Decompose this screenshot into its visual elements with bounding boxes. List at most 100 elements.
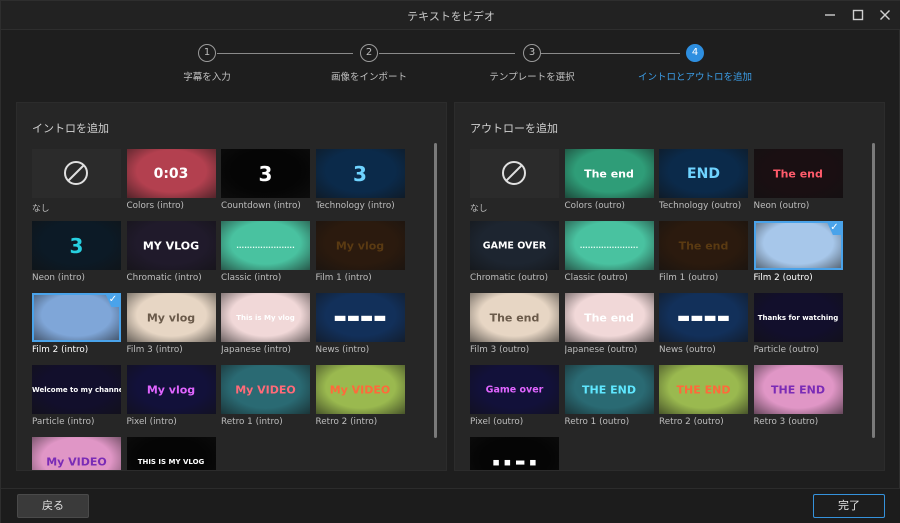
intro-template-tile[interactable]: ✓ Film 2 (intro) [32,293,121,362]
intro-template-preview-text: 3 [353,161,367,186]
intro-template-thumbnail: 3 [315,149,405,198]
outro-template-preview-text: The end [584,311,634,324]
outro-template-thumbnail: The end [470,293,559,342]
outro-template-preview-text: ...................... [579,241,639,250]
intro-template-preview-text: 3 [69,233,84,258]
outro-template-tile[interactable]: THE END Retro 3 (outro) [753,365,843,434]
intro-template-tile[interactable]: My VIDEO Retro 2 (intro) [315,365,405,434]
close-button[interactable] [874,5,896,25]
intro-template-label: Pixel (intro) [126,417,177,427]
intro-template-tile[interactable]: THIS IS MY VLOG [126,437,216,470]
outro-template-tile[interactable]: The end Colors (outro) [564,149,654,218]
intro-template-preview-text: THIS IS MY VLOG [137,457,205,466]
intro-template-thumbnail: My vlog [126,365,216,414]
outro-template-thumbnail: GAME OVER [470,221,559,270]
intro-template-preview-text: My vlog [146,383,196,396]
outro-template-preview-text: Thanks for watching [757,313,839,322]
intro-template-thumbnail: My VIDEO [315,365,405,414]
intro-template-label: Film 1 (intro) [315,273,372,283]
footer-bar: 戻る 完了 [1,488,900,523]
outro-template-tile[interactable]: The end Neon (outro) [753,149,843,218]
outro-template-tile[interactable]: ...................... Classic (outro) [564,221,654,290]
outro-template-tile[interactable]: The end Film 3 (outro) [470,293,559,362]
done-button[interactable]: 完了 [813,494,885,518]
step-label: 画像をインポート [330,72,407,83]
step-number: 2 [360,44,378,62]
title-bar: テキストをビデオ [1,1,900,30]
intro-template-label: News (intro) [315,345,370,355]
outro-template-label: Pixel (outro) [470,417,524,427]
intro-template-tile[interactable]: My VIDEO Retro 1 (intro) [221,365,310,434]
outro-template-tile[interactable]: GAME OVER Chromatic (outro) [470,221,559,290]
intro-template-tile[interactable]: 3 Countdown (intro) [221,149,310,218]
minimize-icon [825,14,835,16]
selected-check-icon: ✓ [826,221,843,235]
intro-template-thumbnail: ▬▬▬▬ [315,293,405,342]
intro-template-thumbnail: 3 [32,221,121,270]
outro-scrollbar[interactable] [872,143,875,438]
intro-template-tile[interactable]: ...................... Classic (intro) [221,221,310,290]
intro-template-thumbnail: ✓ [32,293,121,342]
none-icon [64,161,88,185]
maximize-icon [852,9,864,21]
outro-template-tile[interactable]: ✓ Film 2 (outro) [753,221,843,290]
outro-template-label: News (outro) [659,345,716,355]
intro-template-preview-text: MY VLOG [142,239,200,252]
outro-template-tile[interactable]: The end Film 1 (outro) [659,221,748,290]
intro-template-tile[interactable]: My vlog Film 3 (intro) [126,293,216,362]
outro-template-tile[interactable]: ▪ ▪ ▬ ▪ [470,437,559,470]
intro-template-preview-text: This is My vlog [236,313,295,322]
intro-template-tile[interactable]: なし [32,149,121,218]
intro-template-tile[interactable]: 0:03 Colors (intro) [126,149,216,218]
minimize-button[interactable] [819,5,841,25]
outro-template-tile[interactable]: なし [470,149,559,218]
back-button[interactable]: 戻る [17,494,89,518]
intro-template-thumbnail: ...................... [221,221,310,270]
intro-template-tile[interactable]: My vlog Pixel (intro) [126,365,216,434]
outro-template-thumbnail: ✓ [753,221,843,270]
outro-template-tile[interactable]: The end Japanese (outro) [564,293,654,362]
outro-template-tile[interactable]: END Technology (outro) [659,149,748,218]
outro-template-label: Chromatic (outro) [470,273,549,283]
intro-template-thumbnail: This is My vlog [221,293,310,342]
intro-template-tile[interactable]: My VIDEO [32,437,121,470]
intro-template-tile[interactable]: This is My vlog Japanese (intro) [221,293,310,362]
intro-template-tile[interactable]: MY VLOG Chromatic (intro) [126,221,216,290]
intro-template-label: Particle (intro) [32,417,95,427]
outro-template-tile[interactable]: ▬▬▬▬ News (outro) [659,293,748,362]
intro-template-label: Film 3 (intro) [126,345,183,355]
intro-template-thumbnail: My VIDEO [221,365,310,414]
outro-template-label: Classic (outro) [564,273,628,283]
intro-template-label: Neon (intro) [32,273,85,283]
outro-template-label: Particle (outro) [753,345,819,355]
outro-template-preview-text: GAME OVER [482,240,547,251]
outro-template-label: Retro 1 (outro) [564,417,630,427]
outro-panel-title: アウトローを追加 [470,122,558,135]
intro-template-thumbnail: My vlog [315,221,405,270]
outro-template-tile[interactable]: Thanks for watching Particle (outro) [753,293,843,362]
intro-template-thumbnail [32,149,121,198]
outro-template-tile[interactable]: THE END Retro 2 (outro) [659,365,748,434]
intro-template-label: Retro 2 (intro) [315,417,378,427]
intro-scrollbar[interactable] [434,143,437,438]
intro-template-tile[interactable]: 3 Neon (intro) [32,221,121,290]
maximize-button[interactable] [847,5,869,25]
outro-template-preview-text: ▪ ▪ ▬ ▪ [492,455,537,468]
intro-template-thumbnail: 3 [221,149,310,198]
outro-template-label: なし [470,204,488,214]
intro-template-tile[interactable]: 3 Technology (intro) [315,149,405,218]
outro-template-label: Film 2 (outro) [753,273,813,283]
outro-template-label: Neon (outro) [753,201,810,211]
intro-template-tile[interactable]: My vlog Film 1 (intro) [315,221,405,290]
intro-template-tile[interactable]: ▬▬▬▬ News (intro) [315,293,405,362]
outro-template-preview-text: END [687,165,720,182]
outro-template-thumbnail [470,149,559,198]
step-label: イントロとアウトロを追加 [637,72,752,83]
intro-template-preview-text: 0:03 [153,165,189,182]
intro-template-preview-text: 3 [258,161,273,186]
intro-template-tile[interactable]: Welcome to my channel Particle (intro) [32,365,121,434]
text-to-video-dialog: テキストをビデオ 1 字幕を入力 2 画像をインポート 3 テンプレートを選択 … [0,0,900,523]
outro-template-tile[interactable]: THE END Retro 1 (outro) [564,365,654,434]
outro-template-tile[interactable]: Game over Pixel (outro) [470,365,559,434]
outro-template-thumbnail: THE END [753,365,843,414]
